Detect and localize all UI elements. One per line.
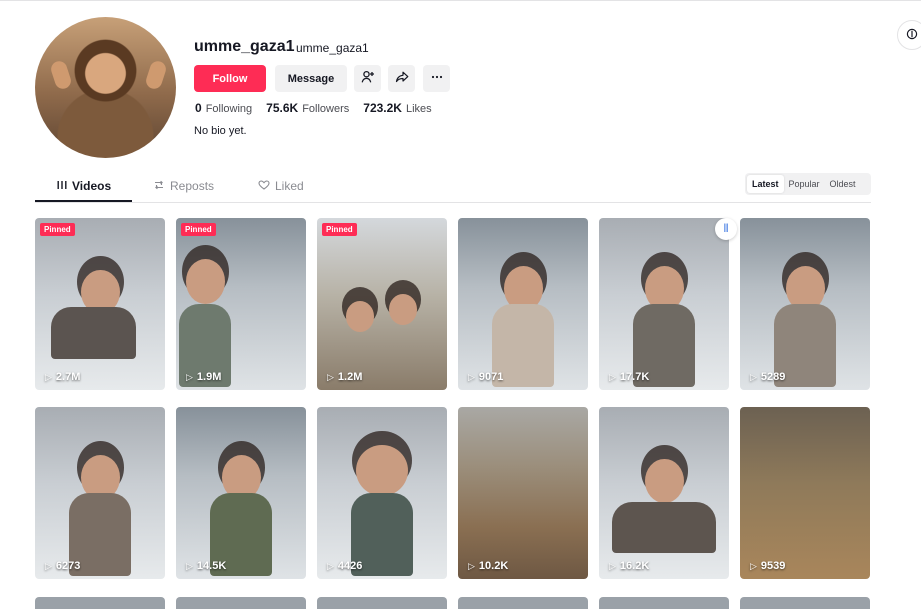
play-icon: ▷ [468, 560, 475, 571]
view-count: ▷ 9071 [468, 371, 504, 383]
video-thumbnail [317, 218, 447, 390]
view-count: ▷ 9539 [750, 560, 786, 572]
thumbnail-figure-body [50, 307, 137, 360]
play-icon: ▷ [750, 560, 757, 571]
view-count: ▷ 1.9M [186, 371, 222, 383]
sort-oldest[interactable]: Oldest [825, 175, 861, 193]
video-card-partial[interactable] [317, 597, 447, 609]
active-tab-indicator [35, 200, 132, 202]
view-count: ▷ 10.2K [468, 560, 509, 572]
add-friend-icon [361, 70, 375, 87]
video-card-partial[interactable] [35, 597, 165, 609]
video-card-partial[interactable] [599, 597, 729, 609]
video-card[interactable]: ▷ 9071 [458, 218, 588, 390]
video-card[interactable]: ▷ 16.2K [599, 407, 729, 579]
add-friend-button[interactable] [354, 65, 381, 92]
view-count: ▷ 4426 [327, 560, 363, 572]
view-count: ▷ 16.2K [609, 560, 650, 572]
audio-icon: ⦀ [723, 222, 729, 235]
thumbnail-figure [644, 458, 684, 504]
pinned-badge: Pinned [181, 223, 216, 236]
tab-videos[interactable]: Videos [57, 170, 111, 201]
play-icon: ▷ [186, 560, 193, 571]
profile-stats: 0 Following 75.6K Followers 723.2K Likes [195, 101, 432, 115]
video-thumbnail [458, 407, 588, 579]
play-icon: ▷ [45, 371, 52, 382]
tab-reposts[interactable]: Reposts [153, 170, 214, 201]
sidebar-toggle-button[interactable] [897, 20, 921, 50]
grid-icon [57, 179, 67, 193]
video-card[interactable]: ▷ 14.5K [176, 407, 306, 579]
pinned-badge: Pinned [40, 223, 75, 236]
thumbnail-figure-body [612, 501, 716, 554]
play-icon: ▷ [609, 560, 616, 571]
thumbnail-figure [356, 444, 408, 497]
thumbnail-figure [388, 293, 418, 325]
view-count: ▷ 5289 [750, 371, 786, 383]
play-icon: ▷ [327, 371, 334, 382]
video-card[interactable]: Pinned ▷ 1.9M [176, 218, 306, 390]
sort-segmented-control: Latest Popular Oldest [745, 173, 871, 195]
more-button[interactable] [423, 65, 450, 92]
play-icon: ▷ [45, 560, 52, 571]
avatar[interactable] [35, 17, 176, 158]
play-icon: ▷ [750, 371, 757, 382]
stat-likes: 723.2K Likes [363, 101, 432, 115]
video-card[interactable]: Pinned ▷ 1.2M [317, 218, 447, 390]
view-count: ▷ 1.2M [327, 371, 363, 383]
follow-button[interactable]: Follow [194, 65, 266, 92]
play-icon: ▷ [609, 371, 616, 382]
avatar-hand-left [49, 59, 73, 91]
view-count: ▷ 6273 [45, 560, 81, 572]
avatar-hand-right [144, 59, 168, 91]
play-icon: ▷ [327, 560, 334, 571]
message-button[interactable]: Message [275, 65, 347, 92]
pinned-badge: Pinned [322, 223, 357, 236]
video-card[interactable]: ▷ 6273 [35, 407, 165, 579]
sort-latest[interactable]: Latest [747, 175, 784, 193]
video-card-partial[interactable] [458, 597, 588, 609]
play-icon: ▷ [468, 371, 475, 382]
video-card[interactable]: Pinned ▷ 2.7M [35, 218, 165, 390]
video-card[interactable]: ▷ 17.7K ⦀ [599, 218, 737, 390]
heart-icon [258, 179, 270, 193]
repost-icon [153, 179, 165, 193]
video-card-partial[interactable] [176, 597, 306, 609]
stat-followers[interactable]: 75.6K Followers [266, 101, 349, 115]
thumbnail-figure [345, 300, 375, 332]
share-icon [395, 70, 409, 87]
tab-liked[interactable]: Liked [258, 170, 304, 201]
view-count: ▷ 17.7K [609, 371, 650, 383]
share-button[interactable] [388, 65, 415, 92]
top-divider [0, 0, 921, 1]
video-card[interactable]: ▷ 10.2K [458, 407, 588, 579]
video-card-partial[interactable] [740, 597, 870, 609]
profile-bio: No bio yet. [194, 125, 247, 137]
video-card[interactable]: ▷ 5289 [740, 218, 870, 390]
view-count: ▷ 14.5K [186, 560, 227, 572]
stat-following[interactable]: 0 Following [195, 101, 252, 115]
video-card[interactable]: ▷ 9539 [740, 407, 870, 579]
video-thumbnail [740, 407, 870, 579]
profile-nickname: umme_gaza1 [296, 41, 369, 55]
play-icon: ▷ [186, 371, 193, 382]
sort-popular[interactable]: Popular [784, 175, 825, 193]
more-icon [430, 70, 444, 87]
audio-badge[interactable]: ⦀ [715, 218, 737, 240]
sidebar-toggle-icon [906, 28, 918, 43]
video-card[interactable]: ▷ 4426 [317, 407, 447, 579]
profile-username: umme_gaza1 [194, 38, 295, 55]
view-count: ▷ 2.7M [45, 371, 81, 383]
